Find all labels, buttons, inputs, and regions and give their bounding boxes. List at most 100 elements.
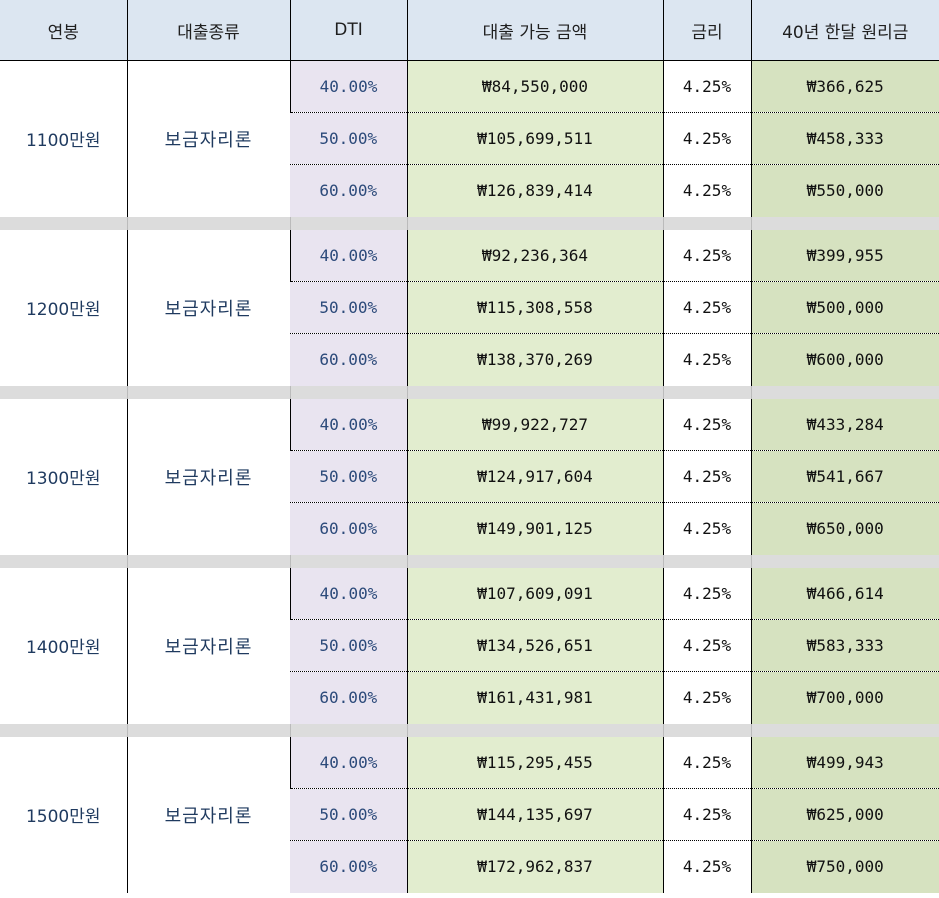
- loan-type-cell: 보금자리론: [126, 567, 290, 724]
- salary-cell: 1200만원: [0, 229, 127, 386]
- loan-type-cell: 보금자리론: [126, 229, 290, 386]
- loan-amount-cell: ₩138,370,269: [406, 333, 663, 386]
- interest-cell: 4.25%: [662, 840, 751, 893]
- separator-cell: [126, 554, 290, 568]
- monthly-payment-cell: ₩583,333: [750, 619, 939, 672]
- monthly-payment-cell: ₩500,000: [750, 281, 939, 334]
- separator-cell: [406, 723, 663, 737]
- separator-cell: [0, 723, 127, 737]
- interest-cell: 4.25%: [662, 112, 751, 165]
- salary-group: 1500만원 보금자리론 40.00% ₩115,295,455 4.25% ₩499,9…: [0, 736, 939, 893]
- loan-amount-cell: ₩107,609,091: [406, 567, 663, 620]
- loan-amount-cell: ₩172,962,837: [406, 840, 663, 893]
- loan-type-cell: 보금자리론: [126, 736, 290, 893]
- dti-cell: 60.00%: [290, 671, 407, 724]
- separator-cell: [289, 385, 407, 399]
- dti-cell: 50.00%: [290, 619, 407, 672]
- header-loan-type: 대출종류: [126, 0, 290, 61]
- loan-amount-cell: ₩161,431,981: [406, 671, 663, 724]
- separator-cell: [662, 385, 751, 399]
- separator-cell: [289, 723, 407, 737]
- group-separator: [0, 385, 939, 399]
- loan-amount-cell: ₩105,699,511: [406, 112, 663, 165]
- header-row: 연봉 대출종류 DTI 대출 가능 금액 금리 40년 한달 원리금: [0, 0, 939, 61]
- separator-cell: [289, 216, 407, 230]
- interest-cell: 4.25%: [662, 788, 751, 841]
- monthly-payment-cell: ₩399,955: [750, 229, 939, 282]
- separator-cell: [289, 554, 407, 568]
- separator-cell: [126, 385, 290, 399]
- salary-group: 1300만원 보금자리론 40.00% ₩99,922,727 4.25% ₩433,28…: [0, 398, 939, 555]
- monthly-payment-cell: ₩650,000: [750, 502, 939, 555]
- monthly-payment-cell: ₩458,333: [750, 112, 939, 165]
- loan-amount-cell: ₩115,308,558: [406, 281, 663, 334]
- dti-cell: 40.00%: [289, 398, 407, 451]
- group-separator: [0, 216, 939, 230]
- dti-cell: 40.00%: [289, 60, 407, 113]
- loan-amount-cell: ₩84,550,000: [406, 60, 663, 113]
- dti-cell: 50.00%: [290, 450, 407, 503]
- dti-cell: 60.00%: [290, 164, 407, 217]
- monthly-payment-cell: ₩499,943: [750, 736, 939, 789]
- monthly-payment-cell: ₩433,284: [750, 398, 939, 451]
- interest-cell: 4.25%: [662, 567, 751, 620]
- loan-amount-cell: ₩92,236,364: [406, 229, 663, 282]
- interest-cell: 4.25%: [662, 398, 751, 451]
- dti-cell: 50.00%: [290, 112, 407, 165]
- monthly-payment-cell: ₩466,614: [750, 567, 939, 620]
- salary-cell: 1100만원: [0, 60, 127, 217]
- loan-amount-cell: ₩124,917,604: [406, 450, 663, 503]
- dti-cell: 40.00%: [289, 736, 407, 789]
- group-separator: [0, 723, 939, 737]
- table-row: 1200만원 보금자리론 40.00% ₩92,236,364 4.25% ₩399,95…: [0, 229, 939, 386]
- separator-cell: [406, 554, 663, 568]
- header-salary: 연봉: [0, 0, 127, 61]
- interest-cell: 4.25%: [662, 164, 751, 217]
- loan-table: 연봉 대출종류 DTI 대출 가능 금액 금리 40년 한달 원리금 1100만…: [0, 0, 939, 893]
- separator-row: [0, 385, 939, 399]
- loan-amount-cell: ₩126,839,414: [406, 164, 663, 217]
- salary-cell: 1400만원: [0, 567, 127, 724]
- separator-row: [0, 554, 939, 568]
- monthly-payment-cell: ₩600,000: [750, 333, 939, 386]
- separator-row: [0, 723, 939, 737]
- table-row: 1400만원 보금자리론 40.00% ₩107,609,091 4.25% ₩466,6…: [0, 567, 939, 724]
- loan-amount-cell: ₩99,922,727: [406, 398, 663, 451]
- group-separator: [0, 554, 939, 568]
- interest-cell: 4.25%: [662, 229, 751, 282]
- interest-cell: 4.25%: [662, 450, 751, 503]
- salary-group: 1100만원 보금자리론 40.00% ₩84,550,000 4.25% ₩366,62…: [0, 60, 939, 217]
- separator-cell: [750, 216, 939, 230]
- monthly-payment-cell: ₩366,625: [750, 60, 939, 113]
- interest-cell: 4.25%: [662, 671, 751, 724]
- separator-cell: [750, 554, 939, 568]
- dti-cell: 40.00%: [289, 567, 407, 620]
- dti-cell: 40.00%: [289, 229, 407, 282]
- loan-amount-cell: ₩149,901,125: [406, 502, 663, 555]
- loan-amount-cell: ₩134,526,651: [406, 619, 663, 672]
- dti-cell: 60.00%: [290, 840, 407, 893]
- loan-type-cell: 보금자리론: [126, 60, 290, 217]
- separator-cell: [750, 723, 939, 737]
- separator-cell: [0, 385, 127, 399]
- loan-amount-cell: ₩115,295,455: [406, 736, 663, 789]
- header-monthly-payment: 40년 한달 원리금: [750, 0, 939, 61]
- dti-cell: 60.00%: [290, 502, 407, 555]
- separator-row: [0, 216, 939, 230]
- separator-cell: [0, 554, 127, 568]
- salary-group: 1200만원 보금자리론 40.00% ₩92,236,364 4.25% ₩399,95…: [0, 229, 939, 386]
- separator-cell: [662, 216, 751, 230]
- monthly-payment-cell: ₩550,000: [750, 164, 939, 217]
- interest-cell: 4.25%: [662, 502, 751, 555]
- separator-cell: [406, 385, 663, 399]
- table-row: 1500만원 보금자리론 40.00% ₩115,295,455 4.25% ₩499,9…: [0, 736, 939, 893]
- dti-cell: 50.00%: [290, 281, 407, 334]
- separator-cell: [750, 385, 939, 399]
- salary-cell: 1300만원: [0, 398, 127, 555]
- interest-cell: 4.25%: [662, 60, 751, 113]
- interest-cell: 4.25%: [662, 333, 751, 386]
- salary-cell: 1500만원: [0, 736, 127, 893]
- monthly-payment-cell: ₩625,000: [750, 788, 939, 841]
- monthly-payment-cell: ₩541,667: [750, 450, 939, 503]
- salary-group: 1400만원 보금자리론 40.00% ₩107,609,091 4.25% ₩466,6…: [0, 567, 939, 724]
